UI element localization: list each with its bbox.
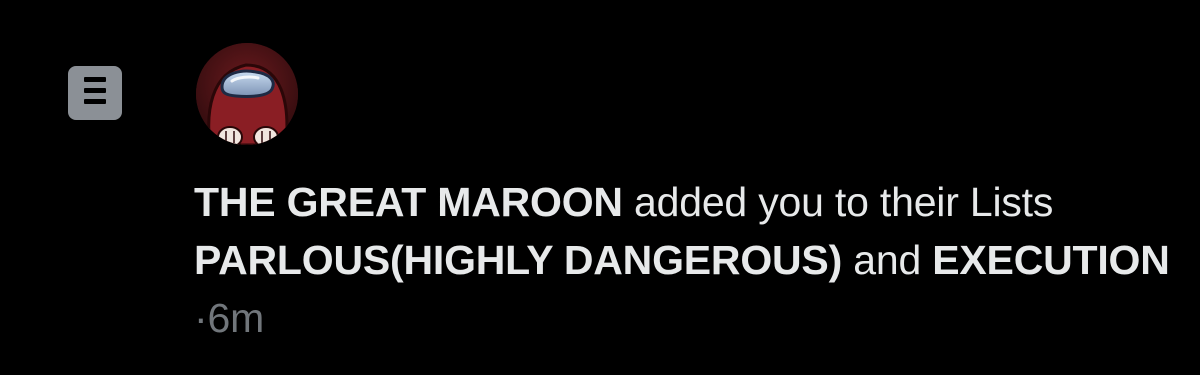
list-name-parlous[interactable]: PARLOUS(HIGHLY DANGEROUS): [194, 237, 842, 283]
timestamp: 6m: [207, 295, 265, 341]
message-text-added: added you to their: [634, 179, 959, 225]
notification-message: THE GREAT MAROON added you to their List…: [194, 173, 1184, 347]
avatar[interactable]: [196, 43, 298, 145]
list-added-notification[interactable]: THE GREAT MAROON added you to their List…: [0, 0, 1200, 375]
message-text-and: and: [853, 237, 922, 283]
list-name-execution[interactable]: EXECUTION: [932, 237, 1170, 283]
time-separator: ·: [194, 295, 208, 341]
red-crewmate-avatar-image: [196, 43, 298, 145]
actor-name[interactable]: THE GREAT MAROON: [194, 179, 623, 225]
list-icon: [68, 66, 122, 120]
message-text-lists: Lists: [969, 179, 1054, 225]
